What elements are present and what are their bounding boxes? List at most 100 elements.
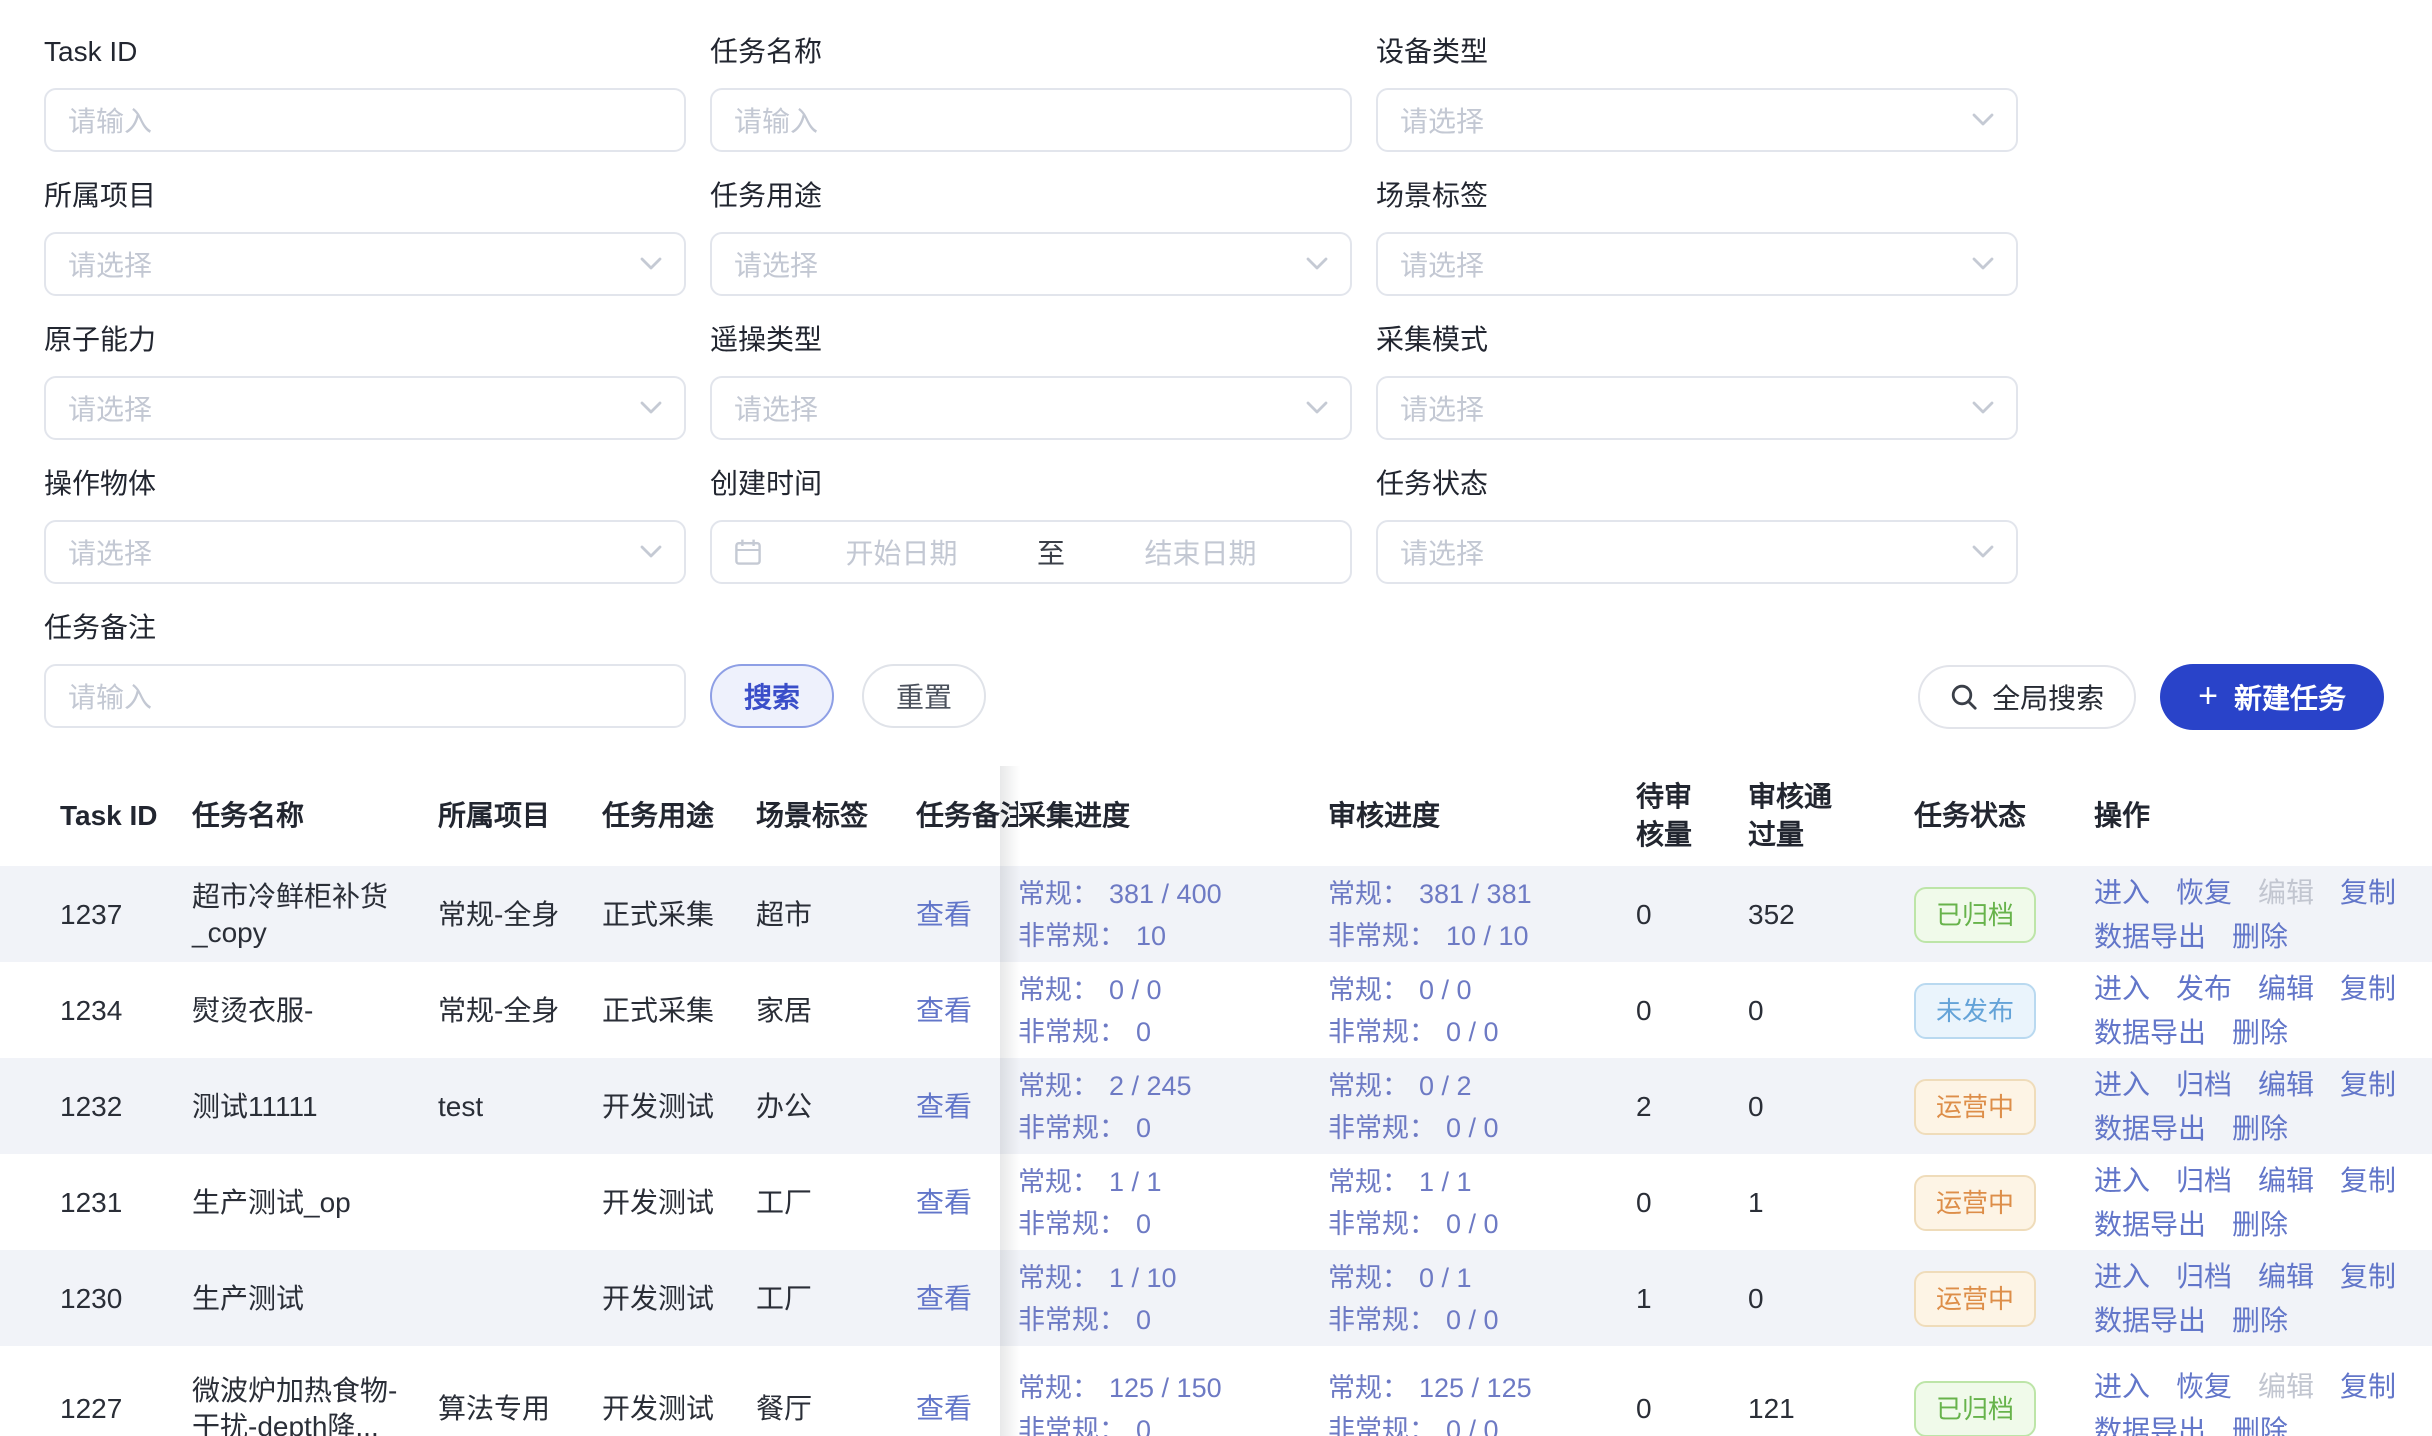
select-placeholder: 请选择 [1400, 100, 1484, 140]
action-copy[interactable]: 复制 [2340, 1258, 2396, 1296]
action-archive[interactable]: 归档 [2176, 1258, 2232, 1296]
operate-object-select[interactable]: 请选择 [44, 520, 686, 584]
filter-scene-tag-label: 场景标签 [1376, 176, 2018, 216]
cell-actions: 进入 恢复 编辑 复制 数据导出 删除 [2094, 866, 2432, 964]
scene-tag-select[interactable]: 请选择 [1376, 232, 2018, 296]
select-placeholder: 请选择 [1400, 244, 1484, 284]
action-publish[interactable]: 发布 [2176, 970, 2232, 1008]
purpose-select[interactable]: 请选择 [710, 232, 1352, 296]
teleop-type-select[interactable]: 请选择 [710, 376, 1352, 440]
action-export[interactable]: 数据导出 [2094, 1412, 2206, 1436]
collect-mode-select[interactable]: 请选择 [1376, 376, 2018, 440]
action-archive[interactable]: 归档 [2176, 1162, 2232, 1200]
task-table: Task ID 任务名称 所属项目 任务用途 场景标签 任务备注 采集进度 审核… [0, 766, 2432, 1436]
status-badge: 已归档 [1914, 1381, 2036, 1436]
cell-remark: 查看 [916, 993, 1018, 1029]
cell-task-id: 1237 [60, 897, 192, 933]
start-date-placeholder[interactable]: 开始日期 [774, 532, 1029, 572]
remark-view-link[interactable]: 查看 [916, 1393, 972, 1424]
action-enter[interactable]: 进入 [2094, 1162, 2150, 1200]
action-enter[interactable]: 进入 [2094, 1368, 2150, 1406]
cell-status: 已归档 [1914, 887, 2094, 943]
project-select[interactable]: 请选择 [44, 232, 686, 296]
action-delete[interactable]: 删除 [2232, 1302, 2288, 1340]
action-edit[interactable]: 编辑 [2258, 1162, 2314, 1200]
device-type-select[interactable]: 请选择 [1376, 88, 2018, 152]
action-export[interactable]: 数据导出 [2094, 1302, 2206, 1340]
search-button[interactable]: 搜索 [710, 664, 834, 728]
col-header-status: 任务状态 [1914, 797, 2094, 835]
cell-status: 未发布 [1914, 983, 2094, 1039]
status-badge: 运营中 [1914, 1271, 2036, 1327]
cell-passed-count: 0 [1748, 993, 1914, 1029]
filter-task-id-label: Task ID [44, 32, 686, 72]
cell-passed-count: 0 [1748, 1089, 1914, 1125]
col-header-passed-count: 审核通过量 [1748, 778, 1914, 854]
filter-purpose: 任务用途 请选择 [710, 176, 1352, 296]
action-export[interactable]: 数据导出 [2094, 1110, 2206, 1148]
action-delete[interactable]: 删除 [2232, 918, 2288, 956]
remark-view-link[interactable]: 查看 [916, 1091, 972, 1122]
action-copy[interactable]: 复制 [2340, 874, 2396, 912]
col-header-pending-count: 待审核量 [1636, 778, 1748, 854]
task-name-input[interactable]: 请输入 [710, 88, 1352, 152]
remark-view-link[interactable]: 查看 [916, 899, 972, 930]
action-copy[interactable]: 复制 [2340, 1368, 2396, 1406]
remark-view-link[interactable]: 查看 [916, 995, 972, 1026]
cell-task-name: 生产测试_op [192, 1185, 438, 1221]
action-export[interactable]: 数据导出 [2094, 1206, 2206, 1244]
action-delete[interactable]: 删除 [2232, 1206, 2288, 1244]
filter-atomic-ability-label: 原子能力 [44, 320, 686, 360]
action-delete[interactable]: 删除 [2232, 1110, 2288, 1148]
action-edit[interactable]: 编辑 [2258, 1066, 2314, 1104]
remark-view-link[interactable]: 查看 [916, 1187, 972, 1218]
new-task-button[interactable]: + 新建任务 [2160, 664, 2384, 730]
cell-project: 常规-全身 [438, 897, 602, 933]
cell-scene: 工厂 [756, 1185, 916, 1221]
filter-task-id: Task ID 请输入 [44, 32, 686, 152]
action-edit[interactable]: 编辑 [2258, 1258, 2314, 1296]
table-row: 1237 超市冷鲜柜补货_copy 常规-全身 正式采集 超市 查看 常规：38… [0, 866, 2432, 962]
cell-pending-count: 0 [1636, 897, 1748, 933]
filter-task-name: 任务名称 请输入 [710, 32, 1352, 152]
filter-task-status: 任务状态 请选择 [1376, 464, 2018, 584]
action-export[interactable]: 数据导出 [2094, 1014, 2206, 1052]
cell-collect-progress: 常规：2 / 245 非常规：0 [1018, 1065, 1328, 1149]
reset-button[interactable]: 重置 [862, 664, 986, 728]
chevron-down-icon [1972, 401, 1994, 415]
action-enter[interactable]: 进入 [2094, 970, 2150, 1008]
col-header-actions: 操作 [2094, 797, 2432, 835]
filter-create-time-label: 创建时间 [710, 464, 1352, 504]
global-search-button[interactable]: 全局搜索 [1918, 665, 2136, 729]
filter-operate-object: 操作物体 请选择 [44, 464, 686, 584]
action-enter[interactable]: 进入 [2094, 1066, 2150, 1104]
end-date-placeholder[interactable]: 结束日期 [1073, 532, 1328, 572]
action-delete[interactable]: 删除 [2232, 1412, 2288, 1436]
action-copy[interactable]: 复制 [2340, 970, 2396, 1008]
action-restore[interactable]: 恢复 [2176, 874, 2232, 912]
chevron-down-icon [640, 545, 662, 559]
action-archive[interactable]: 归档 [2176, 1066, 2232, 1104]
action-copy[interactable]: 复制 [2340, 1066, 2396, 1104]
create-time-range-picker[interactable]: 开始日期 至 结束日期 [710, 520, 1352, 584]
action-delete[interactable]: 删除 [2232, 1014, 2288, 1052]
action-enter[interactable]: 进入 [2094, 874, 2150, 912]
chevron-down-icon [1972, 257, 1994, 271]
atomic-ability-select[interactable]: 请选择 [44, 376, 686, 440]
task-id-input[interactable]: 请输入 [44, 88, 686, 152]
cell-pending-count: 0 [1636, 993, 1748, 1029]
cell-passed-count: 352 [1748, 897, 1914, 933]
task-remark-input[interactable]: 请输入 [44, 664, 686, 728]
filter-atomic-ability: 原子能力 请选择 [44, 320, 686, 440]
action-restore[interactable]: 恢复 [2176, 1368, 2232, 1406]
action-edit[interactable]: 编辑 [2258, 970, 2314, 1008]
cell-collect-progress: 常规：0 / 0 非常规：0 [1018, 969, 1328, 1053]
action-enter[interactable]: 进入 [2094, 1258, 2150, 1296]
filter-collect-mode-label: 采集模式 [1376, 320, 2018, 360]
cell-actions: 进入 恢复 编辑 复制 数据导出 删除 [2094, 1360, 2432, 1436]
action-copy[interactable]: 复制 [2340, 1162, 2396, 1200]
task-status-select[interactable]: 请选择 [1376, 520, 2018, 584]
filter-task-remark: 任务备注 请输入 [44, 608, 686, 728]
action-export[interactable]: 数据导出 [2094, 918, 2206, 956]
remark-view-link[interactable]: 查看 [916, 1283, 972, 1314]
